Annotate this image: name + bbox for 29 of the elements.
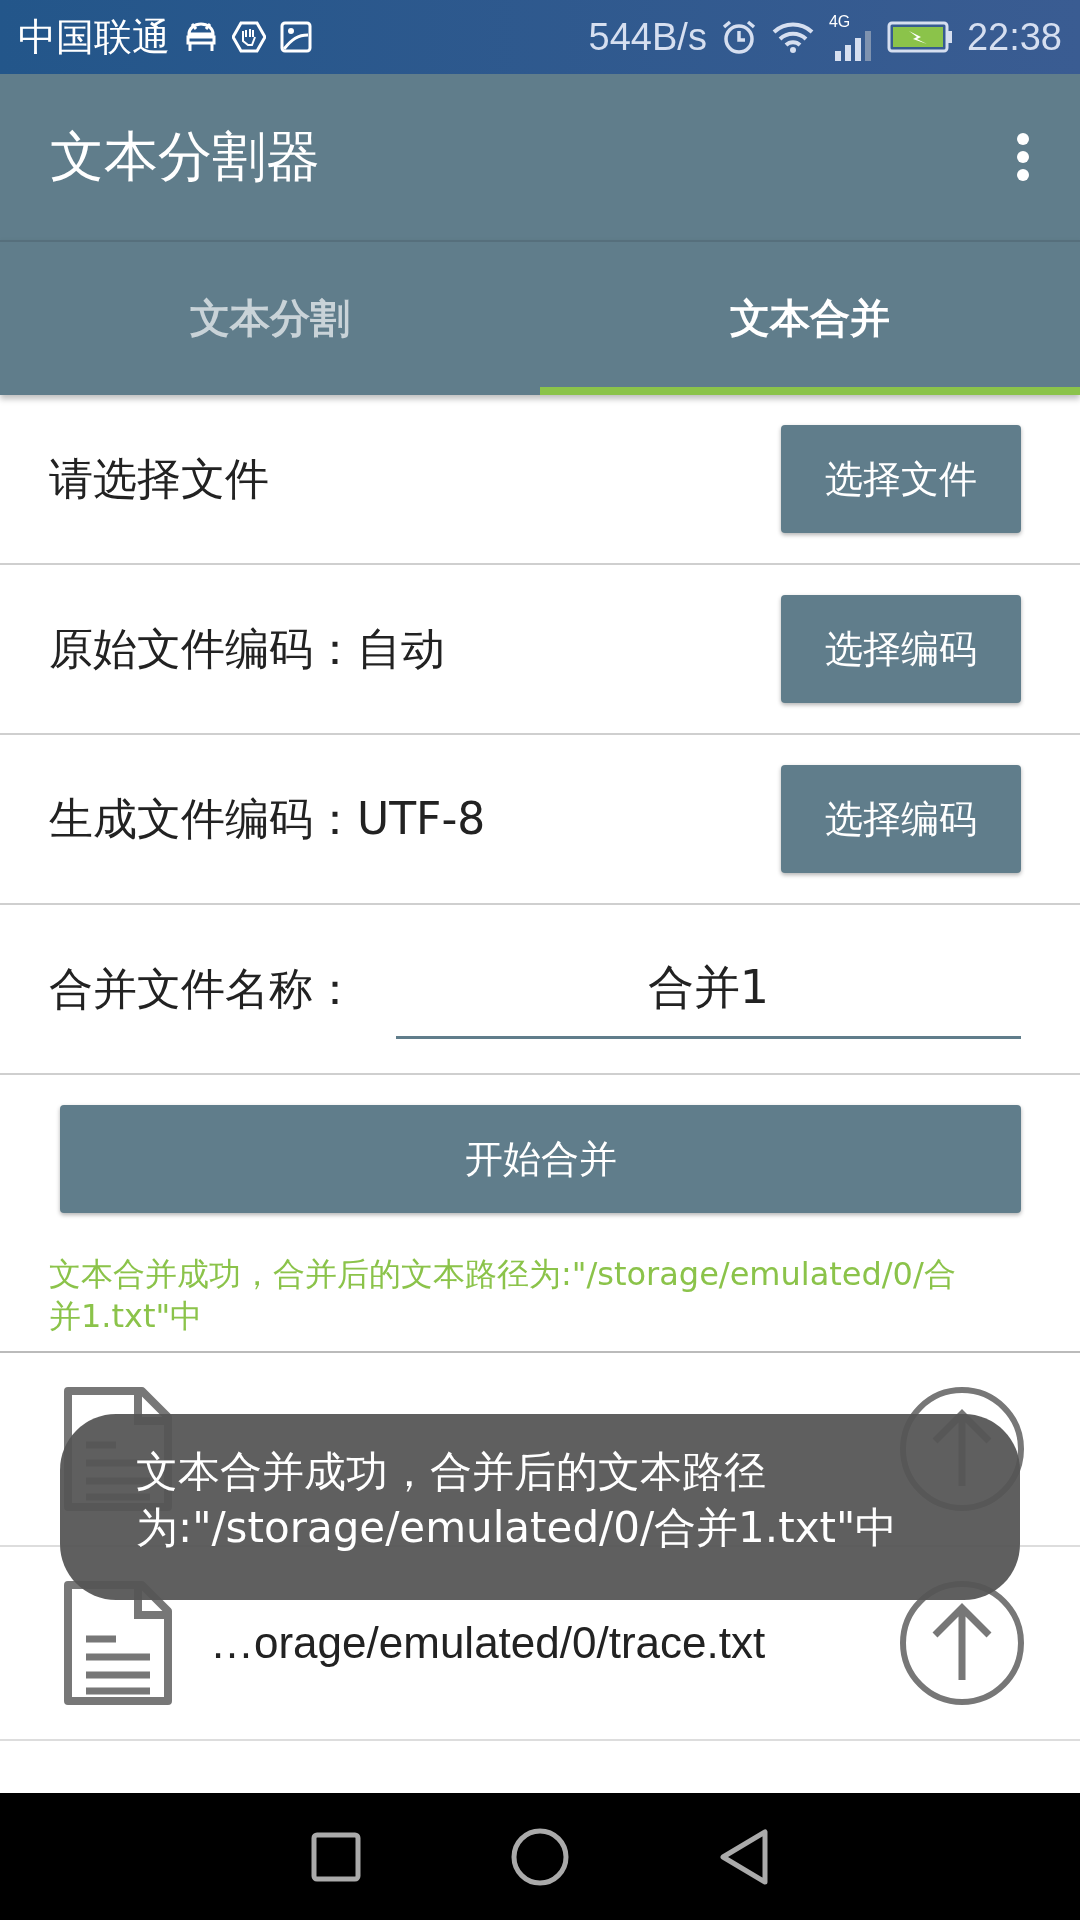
setting-label: 生成文件编码：UTF-8 <box>49 791 486 846</box>
file-path[interactable]: …orage/emulated/0/trace.txt <box>210 1618 861 1668</box>
tab[interactable]: 文本合并 <box>540 242 1080 395</box>
alarm-icon <box>720 19 757 55</box>
hand-icon <box>232 21 266 53</box>
setting-label: 原始文件编码：自动 <box>49 621 445 676</box>
back-icon[interactable] <box>719 1828 769 1885</box>
field-label: 合并文件名称： <box>49 961 357 1016</box>
battery-icon <box>886 21 953 53</box>
app-title: 文本分割器 <box>50 123 320 190</box>
carrier-name: 中国联通 <box>18 14 170 60</box>
result-toast: 文本合并成功，合并后的文本路径为:"/storage/emulated/0/合并1.txt"中 <box>60 1414 1020 1600</box>
home-icon[interactable] <box>511 1827 569 1886</box>
image-icon <box>280 21 312 53</box>
file-name-field[interactable]: 合并1 <box>396 939 1021 1039</box>
choose-encoding-button[interactable]: 选择编码 <box>781 765 1021 873</box>
recent-apps-icon[interactable] <box>311 1831 361 1882</box>
network-speed: 544B/s <box>588 15 707 59</box>
choose-encoding-button[interactable]: 选择编码 <box>781 595 1021 703</box>
android-icon <box>184 22 218 52</box>
network-type: 4G <box>828 13 851 31</box>
clock-time: 22:38 <box>966 15 1062 59</box>
setting-label: 请选择文件 <box>49 451 269 506</box>
start-merge-button[interactable]: 开始合并 <box>60 1105 1021 1213</box>
more-options-icon[interactable] <box>1016 132 1030 182</box>
wifi-icon <box>770 20 815 54</box>
tab[interactable]: 文本分割 <box>0 242 540 395</box>
choose-file-button[interactable]: 选择文件 <box>781 425 1021 533</box>
result-message: 文本合并成功，合并后的文本路径为:"/storage/emulated/0/合并1.txt"中 <box>0 1213 1080 1353</box>
